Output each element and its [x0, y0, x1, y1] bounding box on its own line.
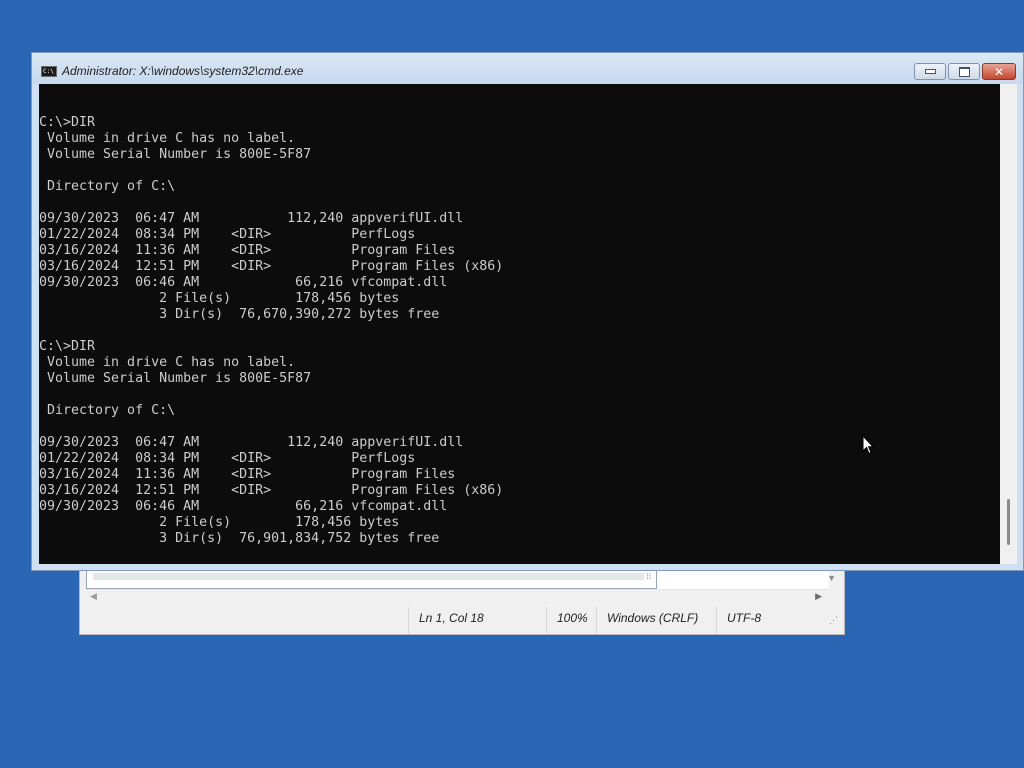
resize-grip-icon: ⁞⁞ — [646, 572, 651, 581]
console-line: 09/30/2023 06:47 AM 112,240 appverifUI.d… — [39, 435, 464, 450]
notepad-window: ⁞⁞ ▼ ◀ ▶ Ln 1, Col 18 100% Windows (CRLF… — [79, 566, 845, 635]
scroll-left-arrow-icon[interactable]: ◀ — [90, 591, 97, 602]
console-line: 01/22/2024 08:34 PM <DIR> PerfLogs — [39, 451, 416, 466]
cmd-window: C:\ Administrator: X:\windows\system32\c… — [31, 52, 1024, 571]
console-line: 09/30/2023 06:46 AM 66,216 vfcompat.dll — [39, 275, 448, 290]
cmd-title-bar[interactable]: C:\ Administrator: X:\windows\system32\c… — [32, 53, 1023, 84]
status-position: Ln 1, Col 18 — [408, 607, 546, 634]
console-line: 03/16/2024 11:36 AM <DIR> Program Files — [39, 467, 456, 482]
console-line: 09/30/2023 06:47 AM 112,240 appverifUI.d… — [39, 211, 464, 226]
console-line: 03/16/2024 12:51 PM <DIR> Program Files … — [39, 259, 504, 274]
maximize-icon — [958, 66, 970, 77]
console-line: Volume in drive C has no label. — [39, 131, 296, 146]
console-line: Volume in drive C has no label. — [39, 355, 296, 370]
console-line: Directory of C:\ — [39, 179, 176, 194]
console-output-area[interactable]: C:\>DIR Volume in drive C has no label. … — [39, 84, 1000, 564]
console-prompt: C:\> — [39, 563, 71, 564]
resize-handle-icon[interactable]: ⋰ — [829, 615, 838, 626]
console-line: Directory of C:\ — [39, 403, 176, 418]
cmd-app-icon[interactable]: C:\ — [41, 66, 57, 77]
status-zoom: 100% — [546, 607, 596, 634]
status-encoding: UTF-8 — [716, 607, 826, 634]
console-line: 03/16/2024 12:51 PM <DIR> Program Files … — [39, 483, 504, 498]
status-line-ending: Windows (CRLF) — [596, 607, 716, 634]
scroll-down-arrow-icon[interactable]: ▼ — [827, 573, 836, 583]
window-title: Administrator: X:\windows\system32\cmd.e… — [62, 64, 304, 78]
notepad-status-bar: Ln 1, Col 18 100% Windows (CRLF) UTF-8 ⋰ — [80, 607, 844, 634]
console-line: 01/22/2024 08:34 PM <DIR> PerfLogs — [39, 227, 416, 242]
console-line: 03/16/2024 11:36 AM <DIR> Program Files — [39, 243, 456, 258]
console-line: 2 File(s) 178,456 bytes — [39, 291, 400, 306]
notepad-text-area-bar — [93, 573, 644, 580]
console-line: 3 Dir(s) 76,901,834,752 bytes free — [39, 531, 440, 546]
console-line: C:\>DIR — [39, 115, 96, 130]
console-text: C:\>DIR Volume in drive C has no label. … — [39, 99, 503, 564]
console-line: Volume Serial Number is 800E-5F87 — [39, 371, 312, 386]
scrollbar-thumb[interactable] — [1007, 499, 1010, 545]
console-vertical-scrollbar[interactable] — [1000, 84, 1017, 564]
console-line: 3 Dir(s) 76,670,390,272 bytes free — [39, 307, 440, 322]
console-line: Volume Serial Number is 800E-5F87 — [39, 147, 312, 162]
minimize-icon — [924, 69, 936, 74]
minimize-button[interactable] — [914, 63, 946, 80]
close-button[interactable]: ✕ — [982, 63, 1016, 80]
console-line: 2 File(s) 178,456 bytes — [39, 515, 400, 530]
maximize-button[interactable] — [948, 63, 980, 80]
mouse-pointer-icon — [862, 435, 874, 455]
console-line: 09/30/2023 06:46 AM 66,216 vfcompat.dll — [39, 499, 448, 514]
scroll-right-arrow-icon[interactable]: ▶ — [815, 591, 822, 602]
close-icon: ✕ — [993, 64, 1005, 79]
notepad-horizontal-scrollbar[interactable]: ◀ ▶ — [86, 589, 828, 606]
console-line: C:\>DIR — [39, 339, 96, 354]
